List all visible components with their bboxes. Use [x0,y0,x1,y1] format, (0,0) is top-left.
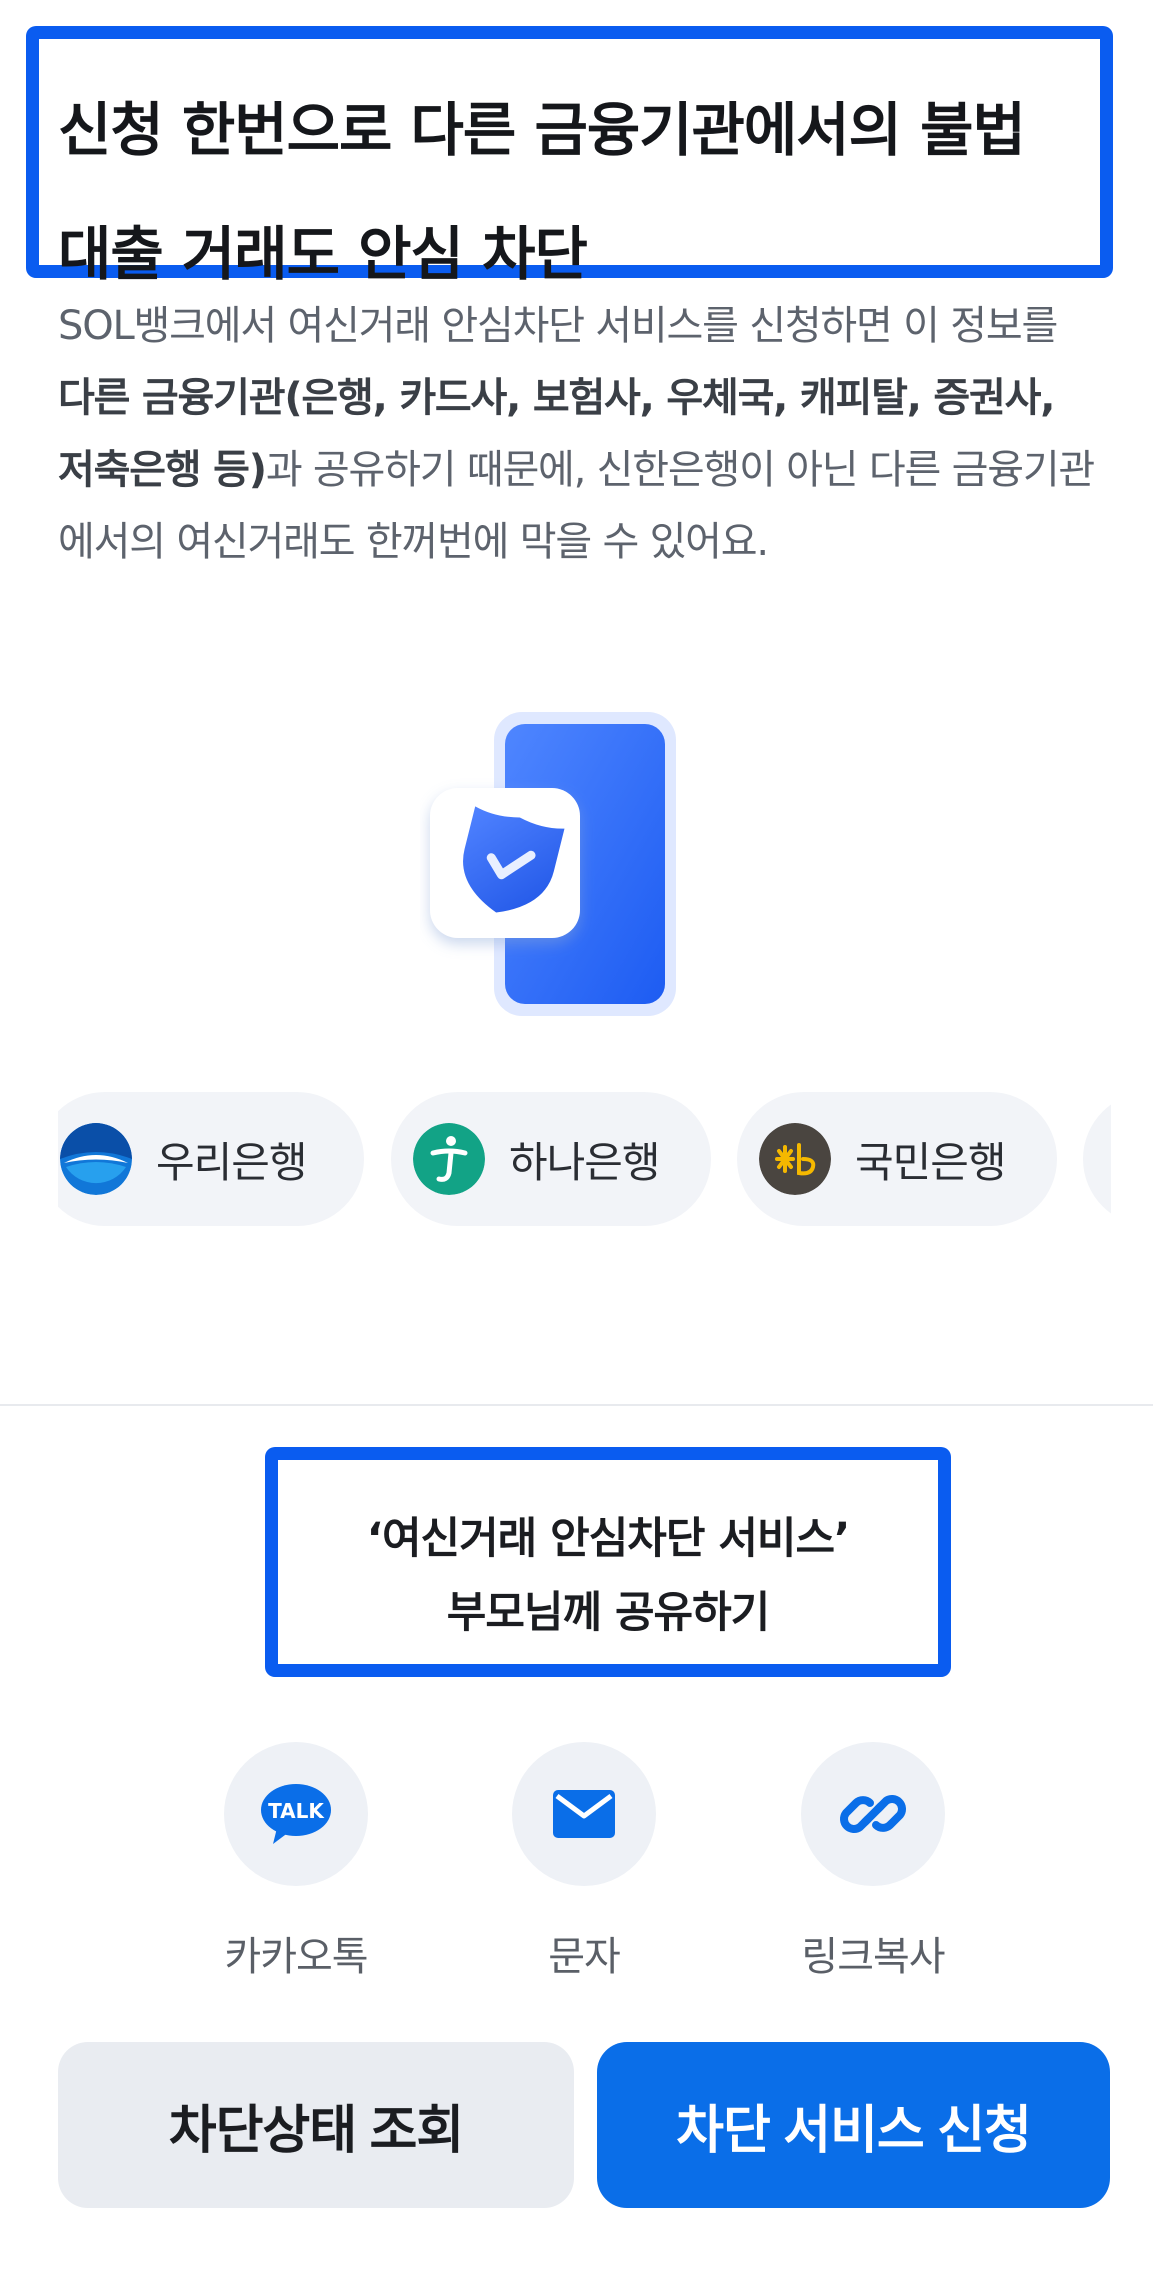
share-message-button[interactable]: 문자 [484,1742,684,1982]
message-icon [512,1742,656,1886]
bank-name: 우리은행 [156,1137,308,1187]
kb-bank-logo [759,1123,831,1195]
link-icon [801,1742,945,1886]
apply-block-service-button[interactable]: 차단 서비스 신청 [597,2042,1110,2208]
share-option-label: 문자 [548,1934,621,1980]
share-title-line-1: ‘여신거래 안심차단 서비스’ [366,1514,851,1564]
block-status-inquiry-button[interactable]: 차단상태 조회 [58,2042,574,2208]
share-link-copy-button[interactable]: 링크복사 [773,1742,973,1982]
bank-chip-kb: 국민은행 [737,1092,1057,1226]
share-option-label: 카카오톡 [224,1934,368,1980]
bank-name: 국민은행 [855,1137,1007,1187]
share-title-line-2: 부모님께 공유하기 [446,1588,770,1638]
bank-chip-hana: 하나은행 [391,1092,711,1226]
share-option-label: 링크복사 [801,1934,945,1980]
kakaotalk-icon: TALK [224,1742,368,1886]
svg-text:TALK: TALK [268,1799,325,1823]
bank-chip-woori: 우리은행 [58,1092,364,1226]
phone-shield-illustration [430,712,676,1016]
bank-name: 하나은행 [509,1137,661,1187]
page-title: 신청 한번으로 다른 금융기관에서의 불법 대출 거래도 안심 차단 [58,68,1098,316]
share-title: ‘여신거래 안심차단 서비스’ 부모님께 공유하기 [278,1502,938,1650]
woori-bank-logo [60,1123,132,1195]
share-kakaotalk-button[interactable]: TALK 카카오톡 [196,1742,396,1982]
description-text-1: SOL뱅크에서 여신거래 안심차단 서비스를 신청하면 이 정보를 [58,303,1058,349]
bank-chip-partial [1083,1092,1111,1226]
hana-bank-logo [413,1123,485,1195]
bank-list: 우리은행 하나은행 국민은행 [58,1092,1111,1228]
page-title-line-1: 신청 한번으로 다른 금융기관에서의 불법 [58,96,1026,164]
service-description: SOL뱅크에서 여신거래 안심차단 서비스를 신청하면 이 정보를 다른 금융기… [58,290,1098,578]
section-divider [0,1404,1153,1406]
